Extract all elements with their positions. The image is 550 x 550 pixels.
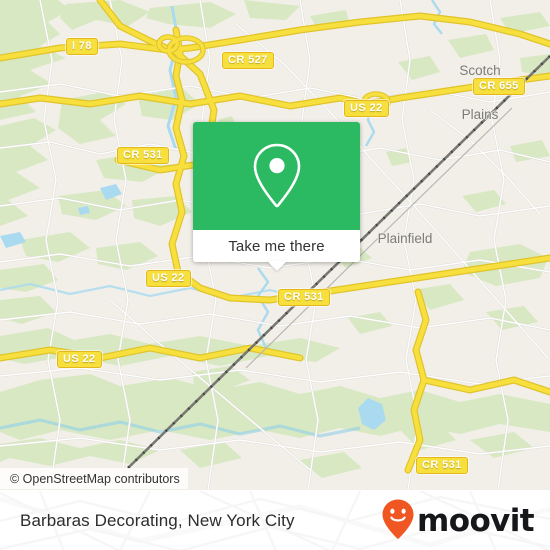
road-shield-cr531-west: CR 531 [117,147,169,164]
road-shield-us22-mid: US 22 [146,270,191,287]
road-shield-cr527: CR 527 [222,52,274,69]
callout-cta-area[interactable]: Take me there [193,230,360,262]
road-shield-i78: I 78 [66,38,98,55]
road-shield-us22-south: US 22 [57,351,102,368]
map-screenshot-root: Scotch Plains Plainfield Green Brook I 7… [0,0,550,550]
road-shield-cr531-southeast: CR 531 [416,457,468,474]
map-canvas[interactable]: Scotch Plains Plainfield Green Brook I 7… [0,0,550,490]
moovit-brand-logo: moovit [381,498,535,545]
road-shield-cr655: CR 655 [473,78,525,95]
map-attribution[interactable]: © OpenStreetMap contributors [0,468,188,489]
footer-bar: Barbaras Decorating, New York City moovi… [0,490,550,550]
road-shield-us22-north: US 22 [344,100,389,117]
callout-pointer [266,261,287,271]
footer-title: Barbaras Decorating, New York City [20,511,295,530]
map-pin-icon [249,141,305,211]
take-me-there-label: Take me there [228,237,325,255]
moovit-smiley-pin-icon [381,498,415,545]
location-callout[interactable]: Take me there [193,122,360,271]
moovit-wordmark: moovit [417,502,535,539]
callout-pin-area [193,122,360,230]
attribution-text: © OpenStreetMap contributors [10,471,180,486]
road-shield-cr531-center: CR 531 [278,289,330,306]
